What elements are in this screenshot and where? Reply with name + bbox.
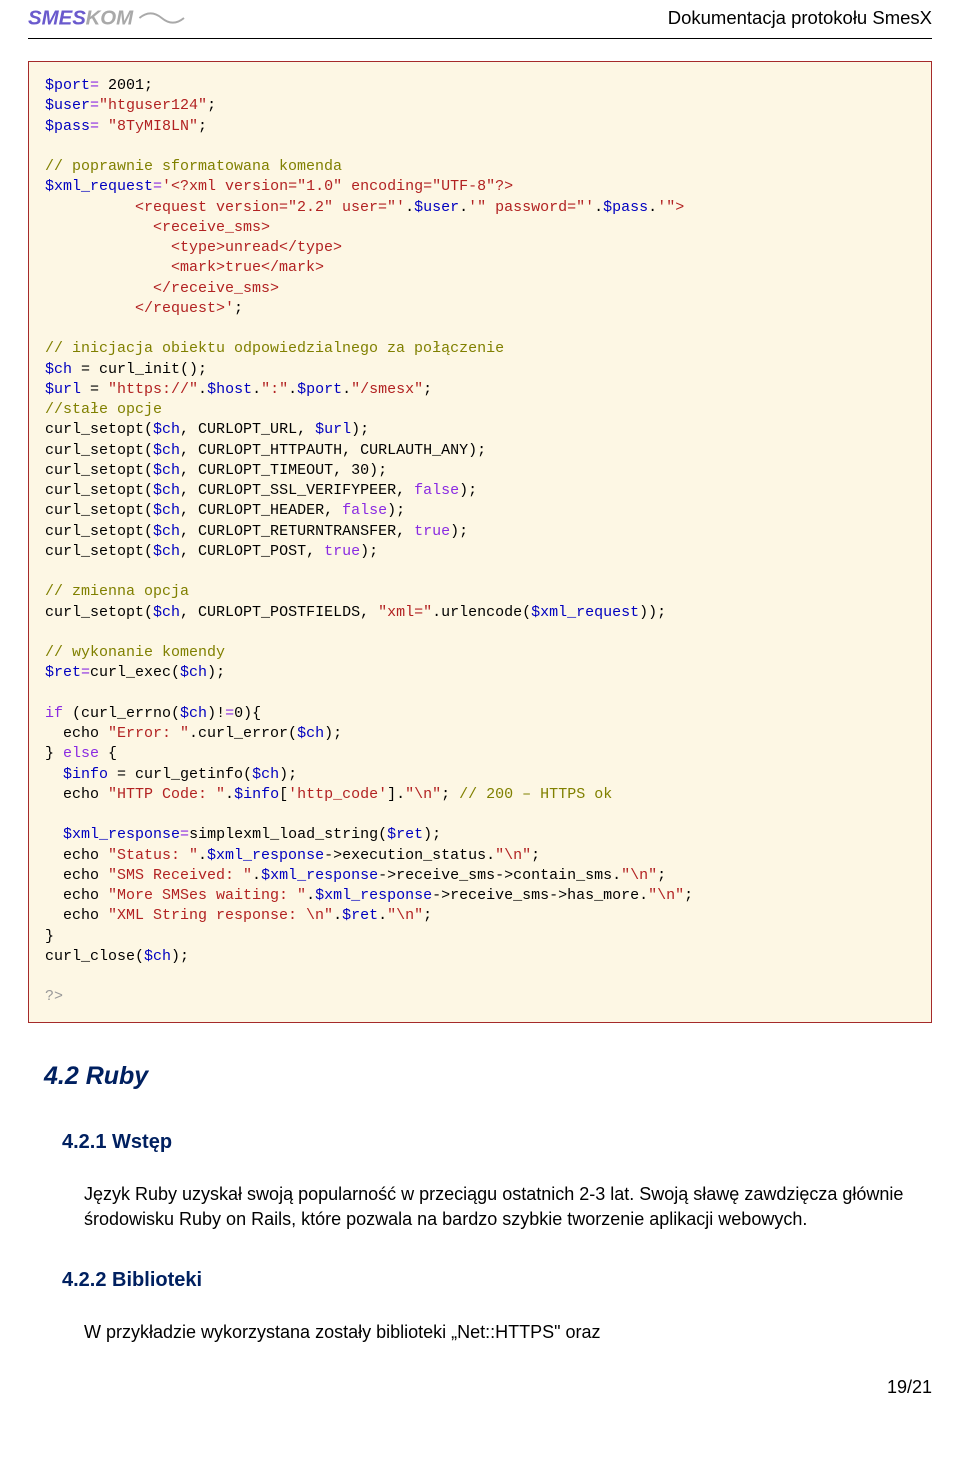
- heading-wstep: 4.2.1 Wstęp: [62, 1128, 932, 1156]
- heading-biblioteki: 4.2.2 Biblioteki: [62, 1266, 932, 1294]
- svg-text:KOM: KOM: [86, 7, 135, 29]
- svg-text:SMES: SMES: [28, 7, 86, 29]
- heading-ruby: 4.2 Ruby: [44, 1059, 932, 1094]
- doc-title: Dokumentacja protokołu SmesX: [668, 5, 932, 31]
- code-block: $port= 2001; $user="htguser124"; $pass= …: [28, 61, 932, 1023]
- paragraph-libs: W przykładzie wykorzystana zostały bibli…: [84, 1320, 916, 1345]
- logo: SMES KOM: [28, 4, 195, 32]
- paragraph-intro: Język Ruby uzyskał swoją popularność w p…: [84, 1182, 916, 1232]
- page-number: 19/21: [28, 1375, 932, 1400]
- page-header: SMES KOM Dokumentacja protokołu SmesX: [28, 0, 932, 39]
